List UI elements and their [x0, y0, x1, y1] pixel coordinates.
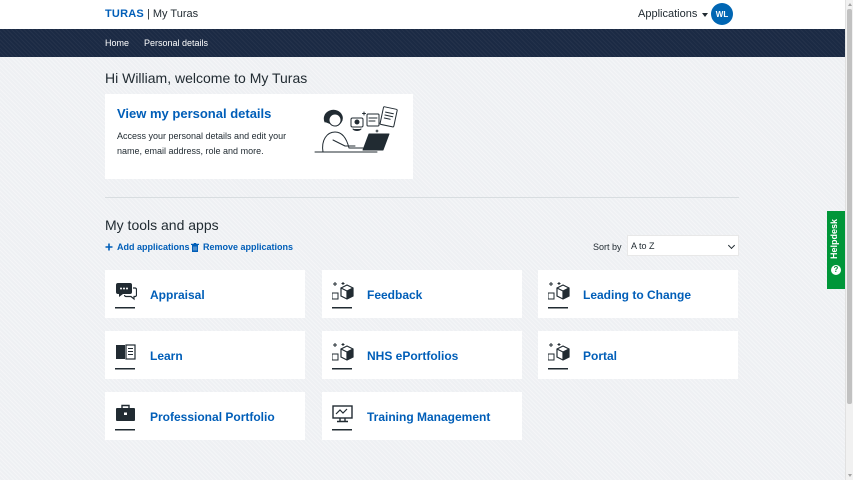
nav-bar: Home Personal details	[0, 29, 845, 57]
app-tile-leading-to-change[interactable]: Leading to Change	[538, 270, 738, 318]
remove-applications-label: Remove applications	[203, 242, 294, 252]
brand-name: TURAS	[105, 8, 144, 20]
app-tile-training-management[interactable]: Training Management	[322, 392, 522, 440]
brand-logo[interactable]: TURAS | My Turas	[105, 8, 198, 20]
sort-value: A to Z	[631, 241, 655, 251]
app-tile-label: Training Management	[367, 410, 491, 424]
speech-bubbles-icon	[115, 283, 137, 309]
box-stars-icon	[332, 343, 354, 370]
app-tile-label: Learn	[150, 349, 183, 363]
app-tile-label: Feedback	[367, 288, 423, 302]
caret-down-icon	[702, 12, 709, 17]
personal-details-link[interactable]: View my personal details	[117, 106, 271, 121]
nav-item-personal-details[interactable]: Personal details	[144, 38, 208, 48]
scroll-up-icon[interactable]	[848, 3, 852, 6]
personal-details-card[interactable]: View my personal details Access your per…	[105, 94, 413, 179]
app-tile-label: Leading to Change	[583, 288, 691, 302]
add-applications-label: Add applications	[117, 242, 190, 252]
applications-menu[interactable]: Applications	[638, 8, 709, 20]
app-tile-label: NHS ePortfolios	[367, 349, 459, 363]
scroll-down-icon[interactable]	[848, 474, 852, 477]
nav-item-home[interactable]: Home	[105, 38, 129, 48]
page-title: Hi William, welcome to My Turas	[105, 70, 308, 86]
applications-label: Applications	[638, 8, 698, 20]
scrollbar-thumb[interactable]	[847, 9, 852, 404]
top-header: TURAS | My Turas Applications WL	[0, 0, 845, 29]
avatar[interactable]: WL	[711, 3, 733, 25]
tools-section-title: My tools and apps	[105, 217, 219, 233]
personal-details-description: Access your personal details and edit yo…	[117, 131, 287, 156]
plus-icon	[105, 243, 113, 251]
app-tile-appraisal[interactable]: Appraisal	[105, 270, 305, 318]
monitor-icon	[332, 405, 353, 431]
chevron-down-icon	[727, 241, 736, 250]
brand-subtitle: My Turas	[152, 8, 199, 20]
box-stars-icon	[548, 343, 570, 370]
sort-label: Sort by	[593, 242, 622, 252]
trash-icon	[191, 242, 199, 252]
book-icon	[115, 344, 136, 370]
question-icon: ?	[831, 265, 841, 275]
box-stars-icon	[332, 282, 354, 309]
app-tile-label: Portal	[583, 349, 618, 363]
remove-applications-button[interactable]: Remove applications	[191, 242, 293, 252]
briefcase-icon	[115, 404, 135, 431]
sort-select[interactable]: A to Z	[627, 235, 739, 256]
app-tile-feedback[interactable]: Feedback	[322, 270, 522, 318]
scrollbar[interactable]	[845, 0, 853, 480]
helpdesk-label: Helpdesk	[829, 218, 839, 259]
app-tile-learn[interactable]: Learn	[105, 331, 305, 379]
brand-separator: |	[146, 8, 150, 20]
app-tile-portal[interactable]: Portal	[538, 331, 738, 379]
app-tile-label: Professional Portfolio	[150, 410, 275, 424]
helpdesk-tab[interactable]: Helpdesk ?	[827, 211, 845, 289]
app-tile-professional-portfolio[interactable]: Professional Portfolio	[105, 392, 305, 440]
person-at-laptop-illustration	[314, 106, 398, 153]
app-tile-nhs-eportfolios[interactable]: NHS ePortfolios	[322, 331, 522, 379]
section-divider	[105, 197, 739, 198]
app-tile-label: Appraisal	[150, 288, 205, 302]
add-applications-button[interactable]: Add applications	[105, 242, 190, 252]
box-stars-icon	[548, 282, 570, 309]
